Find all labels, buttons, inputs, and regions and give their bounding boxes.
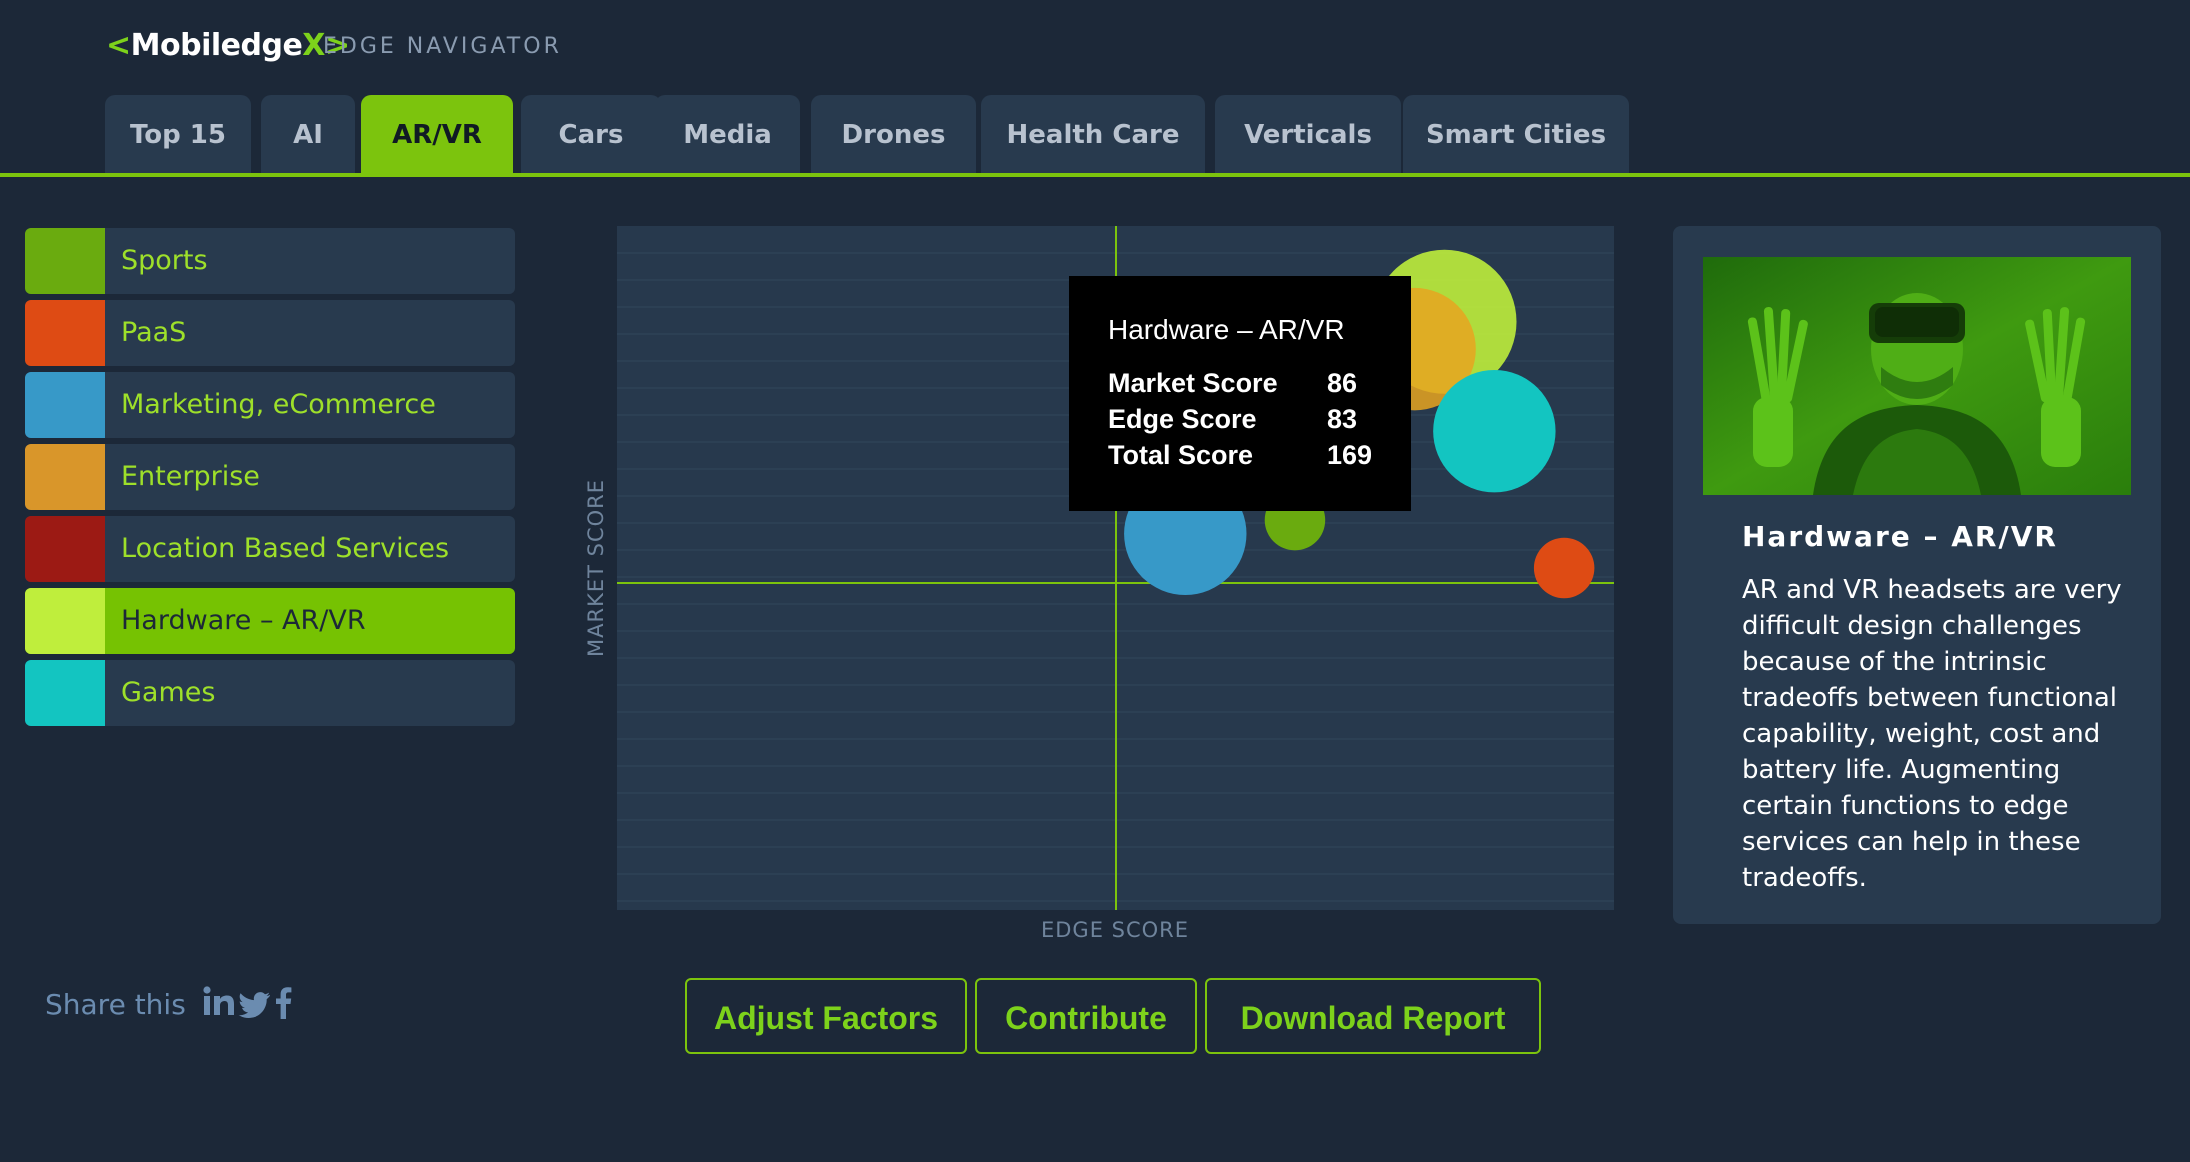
legend-label: PaaS <box>121 317 187 348</box>
bubble-games[interactable] <box>1433 370 1556 493</box>
legend-item-sports[interactable]: Sports <box>25 228 515 294</box>
legend-label: Hardware – AR/VR <box>121 605 366 636</box>
tab-health-care[interactable]: Health Care <box>981 95 1205 175</box>
download-report-button[interactable]: Download Report <box>1205 978 1541 1054</box>
tooltip-title: Hardware – AR/VR <box>1108 314 1345 345</box>
chart-tooltip: Hardware – AR/VR Market Score 86 Edge Sc… <box>1069 276 1411 511</box>
tooltip-market-score-value: 86 <box>1327 368 1358 398</box>
x-axis-label: EDGE SCORE <box>1040 918 1190 942</box>
logo-wordmark: Mobiledge <box>130 28 303 63</box>
adjust-factors-button[interactable]: Adjust Factors <box>685 978 967 1054</box>
tooltip-total-score-label: Total Score <box>1108 440 1254 470</box>
legend-item-hardware-ar-vr[interactable]: Hardware – AR/VR <box>25 588 515 654</box>
tab-top-15[interactable]: Top 15 <box>105 95 251 175</box>
tooltip-market-score-label: Market Score <box>1108 368 1278 398</box>
legend-item-marketing-ecommerce[interactable]: Marketing, eCommerce <box>25 372 515 438</box>
legend-swatch <box>25 372 105 438</box>
legend-swatch <box>25 588 105 654</box>
tab-ar-vr[interactable]: AR/VR <box>361 95 513 175</box>
legend-swatch <box>25 300 105 366</box>
legend-label: Location Based Services <box>121 533 450 564</box>
info-card: Hardware – AR/VR AR and VR headsets are … <box>1673 226 2161 924</box>
logo-x: X <box>302 28 325 63</box>
bubble-paas[interactable] <box>1533 537 1595 599</box>
info-description: AR and VR headsets are very difficult de… <box>1742 575 2122 893</box>
linkedin-icon[interactable] <box>202 983 236 1023</box>
legend-item-paas[interactable]: PaaS <box>25 300 515 366</box>
tab-smart-cities[interactable]: Smart Cities <box>1403 95 1629 175</box>
legend-item-location-based-services[interactable]: Location Based Services <box>25 516 515 582</box>
legend-label: Games <box>121 677 216 708</box>
tab-media[interactable]: Media <box>655 95 800 175</box>
legend-swatch <box>25 228 105 294</box>
app-subtitle: EDGE NAVIGATOR <box>323 34 562 59</box>
tab-drones[interactable]: Drones <box>811 95 976 175</box>
logo[interactable]: <MobiledgeX> <box>106 28 350 63</box>
legend-swatch <box>25 444 105 510</box>
vr-headset-image <box>1703 257 2131 495</box>
logo-bracket-left: < <box>106 28 131 63</box>
legend-label: Marketing, eCommerce <box>121 389 436 420</box>
y-axis-label: MARKET SCORE <box>584 478 608 658</box>
tooltip-edge-score-label: Edge Score <box>1108 404 1257 434</box>
tab-divider <box>0 173 2190 177</box>
share-label: Share this <box>45 988 186 1021</box>
twitter-icon[interactable] <box>238 983 272 1023</box>
legend-swatch <box>25 660 105 726</box>
info-title: Hardware – AR/VR <box>1742 520 2058 553</box>
legend-item-games[interactable]: Games <box>25 660 515 726</box>
legend-label: Sports <box>121 245 208 276</box>
tooltip-total-score-value: 169 <box>1327 440 1373 470</box>
contribute-button[interactable]: Contribute <box>975 978 1197 1054</box>
legend-item-enterprise[interactable]: Enterprise <box>25 444 515 510</box>
facebook-icon[interactable] <box>272 983 294 1023</box>
tooltip-edge-score-value: 83 <box>1327 404 1358 434</box>
tab-cars[interactable]: Cars <box>521 95 661 175</box>
tab-ai[interactable]: AI <box>261 95 355 175</box>
legend-swatch <box>25 516 105 582</box>
tab-verticals[interactable]: Verticals <box>1215 95 1401 175</box>
legend-label: Enterprise <box>121 461 260 492</box>
